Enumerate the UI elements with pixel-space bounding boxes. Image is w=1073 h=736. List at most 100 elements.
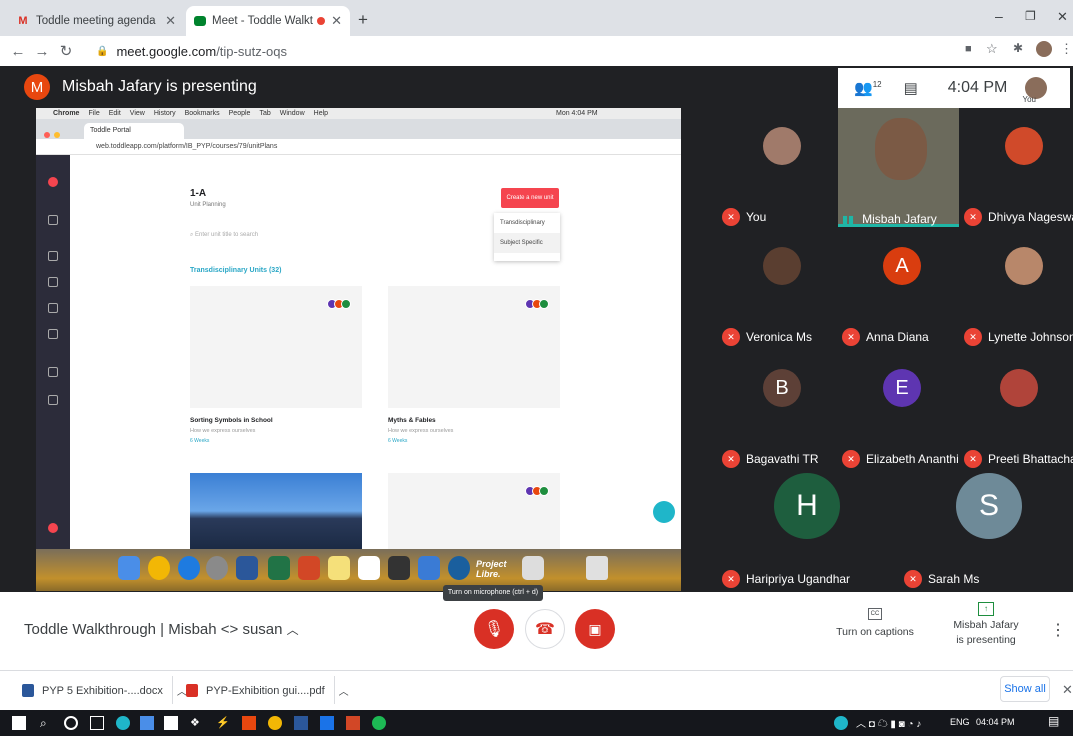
extensions-icon[interactable]: ✱ xyxy=(1013,41,1023,55)
url-field[interactable]: meet.google.com/tip-sutz-oqs xyxy=(116,44,287,59)
unit-card-weeks: 6 Weeks xyxy=(388,438,408,444)
presenter-label: Misbah Jafary is presenting xyxy=(62,78,257,95)
notifications-icon[interactable]: ▤ xyxy=(1048,714,1059,728)
app-icon[interactable] xyxy=(320,716,334,730)
participant-name: ✕ You xyxy=(722,208,766,226)
participant-tile[interactable]: A ✕ Anna Diana xyxy=(842,226,962,346)
forward-icon[interactable]: → xyxy=(30,43,54,60)
trash-icon xyxy=(586,556,608,580)
camera-off-icon: ▣ xyxy=(588,620,602,637)
participant-tile[interactable]: B ✕ Bagavathi TR xyxy=(722,348,842,468)
search-icon[interactable]: ⌕ xyxy=(40,716,54,730)
participant-name: ✕Preeti Bhattacharya xyxy=(964,450,1073,468)
create-unit-button: Create a new unit xyxy=(501,188,559,208)
word-doc-icon xyxy=(22,684,34,697)
tab-gmail[interactable]: M Toddle meeting agenda - susan@ ✕ xyxy=(8,6,184,36)
reload-icon[interactable]: ↻ xyxy=(54,42,78,60)
participant-avatar: B xyxy=(763,369,801,407)
presenter-bar: M Misbah Jafary is presenting xyxy=(0,66,715,108)
dropdown-item: Transdisciplinary xyxy=(500,220,545,226)
create-unit-dropdown: Transdisciplinary Subject Specific xyxy=(494,213,560,261)
people-icon[interactable]: 👥12 xyxy=(854,79,882,97)
chrome-icon[interactable] xyxy=(268,716,282,730)
finder-icon xyxy=(118,556,140,580)
participant-tile[interactable]: H ✕ Haripriya Ugandhar xyxy=(722,468,892,588)
inner-address-bar: web.toddleapp.com/platform/IB_PYP/course… xyxy=(36,139,681,155)
participant-tile[interactable]: S ✕ Sarah Ms xyxy=(904,468,1073,588)
participant-tile[interactable]: E ✕ Elizabeth Ananthi xyxy=(842,348,962,468)
close-icon[interactable]: ✕ xyxy=(165,13,176,29)
word-icon[interactable] xyxy=(294,716,308,730)
participant-tile[interactable]: ✕ You xyxy=(722,106,842,226)
show-all-button[interactable]: Show all xyxy=(1000,676,1050,702)
spotify-icon[interactable] xyxy=(372,716,386,730)
store-icon[interactable] xyxy=(164,716,178,730)
edge-icon[interactable] xyxy=(116,716,130,730)
mic-off-icon: 🎙 xyxy=(483,621,505,638)
participant-name: ✕ Sarah Ms xyxy=(904,570,979,588)
help-icon[interactable] xyxy=(834,716,848,730)
camera-toggle-button[interactable]: ▣ xyxy=(575,609,615,649)
participant-tile[interactable]: ✕Dhivya Nageswari xyxy=(964,106,1073,226)
close-icon[interactable]: ✕ xyxy=(1062,682,1073,698)
participant-avatar: S xyxy=(956,473,1022,539)
file-explorer-icon[interactable] xyxy=(140,716,154,730)
unit-card-ship-image xyxy=(190,473,362,549)
task-view-icon[interactable] xyxy=(90,716,104,730)
meeting-title[interactable]: Toddle Walkthrough | Misbah <> susan ︿ xyxy=(24,621,299,638)
camera-indicator-icon[interactable]: ■ xyxy=(965,43,972,55)
app-icon[interactable] xyxy=(346,716,360,730)
self-label: You xyxy=(1022,95,1037,104)
browser-menu-icon[interactable]: ⋮ xyxy=(1060,41,1073,57)
mic-off-icon: ✕ xyxy=(964,328,982,346)
meet-icon xyxy=(194,16,206,26)
captions-button[interactable]: CC Turn on captions xyxy=(830,608,920,638)
dock-label: Project Libre. xyxy=(476,559,507,579)
participant-tile[interactable]: ✕ Veronica Ms xyxy=(722,226,842,346)
app-icon[interactable]: ⚡ xyxy=(216,716,230,730)
speaking-icon: ▮▮ xyxy=(842,213,855,226)
captions-icon: CC xyxy=(868,608,882,620)
chevron-up-icon[interactable]: ︿ xyxy=(339,683,349,698)
app-icon xyxy=(388,556,410,580)
input-language[interactable]: ENG xyxy=(950,717,970,727)
chevron-up-icon: ︿ xyxy=(286,623,299,637)
tray-icons[interactable]: ︿ ◘ ☁ ▮ ◙ ◔ ♪ xyxy=(856,715,921,730)
inner-tab-bar: Toddle Portal xyxy=(36,119,681,156)
participant-name: ✕ Bagavathi TR xyxy=(722,450,819,468)
unit-search: ⌕ Enter unit title to search xyxy=(190,232,259,238)
window-close-icon[interactable]: ✕ xyxy=(1057,9,1068,25)
windows-start-icon[interactable] xyxy=(12,716,26,730)
office-icon[interactable] xyxy=(242,716,256,730)
tab-meet[interactable]: Meet - Toddle Walkthrough ✕ xyxy=(186,6,350,36)
collaborator-avatars xyxy=(327,296,354,309)
unit-card-image xyxy=(388,473,560,549)
back-icon[interactable]: ← xyxy=(6,43,30,60)
participant-tile[interactable]: ✕Preeti Bhattacharya xyxy=(964,348,1073,468)
dropbox-icon[interactable]: ❖ xyxy=(190,716,204,730)
profile-avatar[interactable] xyxy=(1036,41,1052,57)
unit-title: 1-A xyxy=(190,188,207,199)
bookmark-star-icon[interactable]: ☆ xyxy=(986,41,998,57)
more-options-icon[interactable]: ⋮ xyxy=(1050,620,1066,640)
presenting-button[interactable]: ↑ Misbah Jafary is presenting xyxy=(950,602,1022,648)
traffic-lights-icon xyxy=(44,125,66,156)
mic-off-icon: ✕ xyxy=(964,208,982,226)
download-item[interactable]: PYP-Exhibition gui....pdf ︿ xyxy=(186,683,349,698)
chat-icon[interactable]: ▤ xyxy=(904,79,918,97)
leave-call-button[interactable]: ☎ xyxy=(525,609,565,649)
participant-tile[interactable]: ▮▮ Misbah Jafary xyxy=(842,106,962,226)
planning-icon xyxy=(48,251,58,261)
maximize-icon[interactable]: ❐ xyxy=(1025,9,1036,23)
close-icon[interactable]: ✕ xyxy=(331,13,342,29)
minimize-icon[interactable]: – xyxy=(995,8,1003,24)
download-item[interactable]: PYP 5 Exhibition-....docx ︿ xyxy=(22,683,187,698)
settings-icon xyxy=(206,556,228,580)
document-icon xyxy=(48,277,58,287)
participant-tile[interactable]: ✕ Lynette Johnson xyxy=(964,226,1073,346)
mic-tooltip: Turn on microphone (ctrl + d) xyxy=(443,585,543,601)
system-clock[interactable]: 04:04 PM xyxy=(976,717,1015,727)
mic-toggle-button[interactable]: 🎙 xyxy=(474,609,514,649)
new-tab-button[interactable]: + xyxy=(358,10,368,30)
cortana-icon[interactable] xyxy=(64,716,78,730)
